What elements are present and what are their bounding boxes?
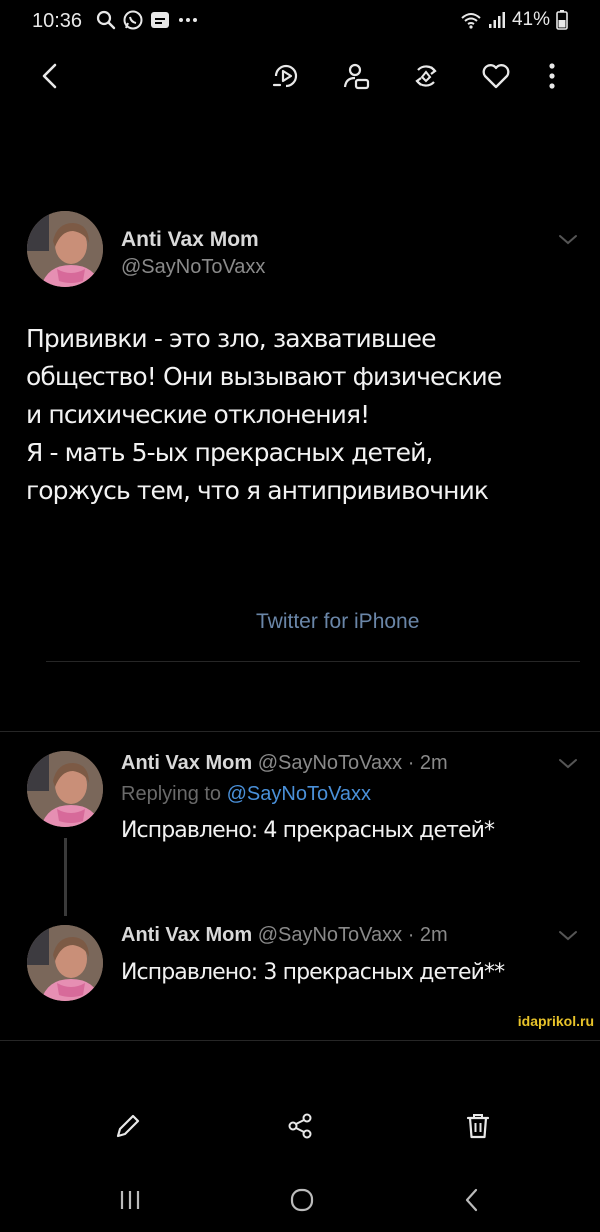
back-icon <box>465 1188 478 1212</box>
tag-person-button[interactable] <box>334 50 378 102</box>
remaster-icon <box>415 65 437 87</box>
tweet-source[interactable]: Twitter for iPhone <box>256 610 419 634</box>
enhance-button[interactable] <box>264 50 308 102</box>
recent-apps-button[interactable] <box>100 1172 160 1228</box>
bottom-actions <box>0 1098 600 1150</box>
chevron-down-icon <box>559 235 577 245</box>
reply-header: Anti Vax Mom @SayNoToVaxx · 2m <box>121 924 448 947</box>
author-handle-time[interactable]: @SayNoToVaxx · 2m <box>258 752 448 774</box>
divider <box>0 1040 600 1041</box>
avatar[interactable] <box>27 211 103 287</box>
more-options-button[interactable] <box>530 50 574 102</box>
wifi-icon <box>461 13 481 29</box>
search-icon <box>96 10 116 30</box>
battery-percent: 41% <box>511 9 550 30</box>
share-icon <box>288 1113 312 1139</box>
enhance-icon <box>272 64 298 88</box>
author-name[interactable]: Anti Vax Mom <box>121 752 252 774</box>
more-notifications-icon <box>179 18 197 22</box>
tweet-menu-button[interactable] <box>556 756 580 772</box>
tag-person-icon <box>343 63 370 90</box>
recent-apps-icon <box>120 1191 140 1209</box>
divider <box>46 661 580 662</box>
whatsapp-icon <box>123 10 143 30</box>
message-icon <box>151 12 169 28</box>
system-status: 41% <box>460 9 568 31</box>
favorite-button[interactable] <box>474 50 518 102</box>
author-handle-time[interactable]: @SayNoToVaxx · 2m <box>258 924 448 946</box>
share-button[interactable] <box>270 1098 330 1154</box>
edit-button[interactable] <box>98 1098 158 1154</box>
status-time: 10:36 <box>32 10 83 32</box>
avatar-photo <box>27 925 103 1001</box>
author-handle[interactable]: @SayNoToVaxx <box>121 256 265 279</box>
author-name[interactable]: Anti Vax Mom <box>121 228 259 252</box>
status-bar: 10:36 41% <box>0 0 600 40</box>
avatar-photo <box>27 751 103 827</box>
nav-back-button[interactable] <box>442 1172 502 1228</box>
home-icon <box>290 1188 314 1212</box>
avatar[interactable] <box>27 925 103 1001</box>
chevron-down-icon <box>559 759 577 769</box>
more-vertical-icon <box>549 63 555 89</box>
tweet-menu-button[interactable] <box>556 928 580 944</box>
delete-icon <box>466 1114 490 1139</box>
divider <box>0 731 600 732</box>
watermark: idaprikol.ru <box>517 1013 594 1029</box>
edit-icon <box>116 1114 140 1138</box>
home-button[interactable] <box>272 1172 332 1228</box>
author-name[interactable]: Anti Vax Mom <box>121 924 252 946</box>
gallery-toolbar <box>0 50 600 102</box>
tweet-text: Прививки - это зло, захватившее общество… <box>26 324 502 505</box>
notification-icons <box>96 8 200 32</box>
remaster-button[interactable] <box>404 50 448 102</box>
replying-to-link[interactable]: @SayNoToVaxx <box>227 783 371 805</box>
replying-prefix: Replying to <box>121 783 222 805</box>
tweet-menu-button[interactable] <box>556 232 580 248</box>
chevron-down-icon <box>559 931 577 941</box>
battery-icon <box>556 10 568 30</box>
navigation-bar <box>0 1172 600 1228</box>
back-button[interactable] <box>28 50 72 102</box>
avatar-photo <box>27 211 103 287</box>
avatar[interactable] <box>27 751 103 827</box>
reply-text: Исправлено: 3 прекрасных детей** <box>121 960 505 985</box>
back-icon <box>42 63 57 89</box>
delete-button[interactable] <box>448 1098 508 1154</box>
heart-icon <box>482 64 510 89</box>
reply-text: Исправлено: 4 прекрасных детей* <box>121 818 495 843</box>
replying-to: Replying to @SayNoToVaxx <box>121 783 371 806</box>
signal-icon <box>488 12 505 28</box>
reply-header: Anti Vax Mom @SayNoToVaxx · 2m <box>121 752 448 775</box>
thread-connector <box>64 838 67 916</box>
